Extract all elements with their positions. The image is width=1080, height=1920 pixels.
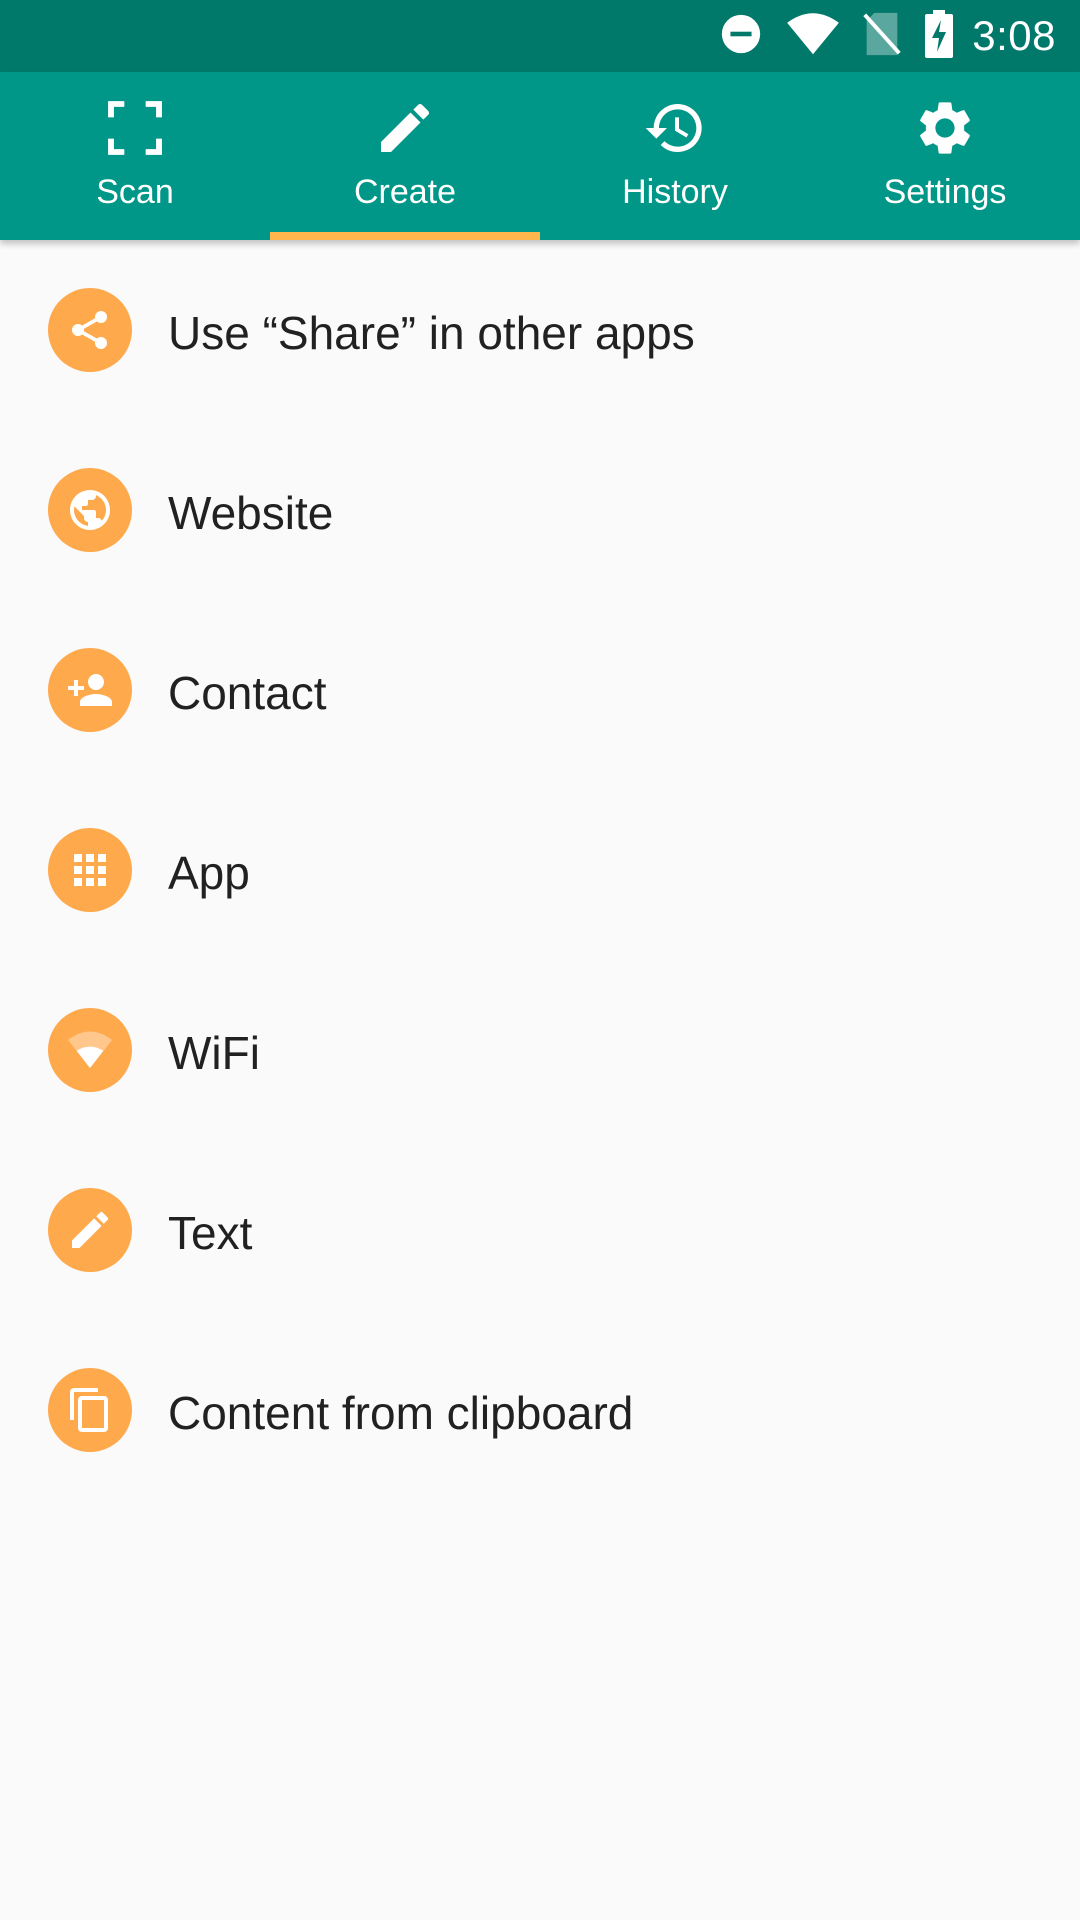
scan-icon [103,96,167,160]
list-item-clipboard[interactable]: Content from clipboard [0,1320,1080,1500]
tab-create[interactable]: Create [270,72,540,240]
create-options-list: Use “Share” in other apps Website Contac… [0,240,1080,1500]
add-contact-icon [48,648,132,732]
battery-charging-icon [924,9,954,63]
do-not-disturb-icon [718,11,764,62]
status-icons: 3:08 [696,0,1056,72]
tab-scan[interactable]: Scan [0,72,270,240]
item-label: App [168,847,250,899]
list-item-contact[interactable]: Contact [0,600,1080,780]
status-clock: 3:08 [972,12,1056,59]
tab-label: History [622,173,728,211]
tab-bar: Scan Create History Settings [0,72,1080,240]
item-label: Use “Share” in other apps [168,307,695,359]
wifi-icon [48,1008,132,1092]
gear-icon [913,96,977,160]
item-label: Content from clipboard [168,1387,634,1439]
list-item-website[interactable]: Website [0,420,1080,600]
apps-grid-icon [48,828,132,912]
pencil-icon [48,1188,132,1272]
item-label: Contact [168,667,327,719]
selected-tab-indicator [270,232,540,240]
item-label: Text [168,1207,253,1259]
list-item-app[interactable]: App [0,780,1080,960]
tab-settings[interactable]: Settings [810,72,1080,240]
tab-label: Create [353,173,457,211]
item-label: WiFi [168,1027,260,1079]
list-item-share[interactable]: Use “Share” in other apps [0,240,1080,420]
tab-history[interactable]: History [540,72,810,240]
tab-label: Scan [96,173,174,211]
no-sim-icon [862,11,902,62]
tab-label: Settings [883,173,1007,211]
pencil-icon [373,96,437,160]
clipboard-copy-icon [48,1368,132,1452]
status-bar: 3:08 [0,0,1080,72]
share-icon [48,288,132,372]
globe-icon [48,468,132,552]
history-icon [643,96,707,160]
list-item-wifi[interactable]: WiFi [0,960,1080,1140]
item-label: Website [168,487,334,539]
wifi-icon [786,11,840,62]
list-item-text[interactable]: Text [0,1140,1080,1320]
